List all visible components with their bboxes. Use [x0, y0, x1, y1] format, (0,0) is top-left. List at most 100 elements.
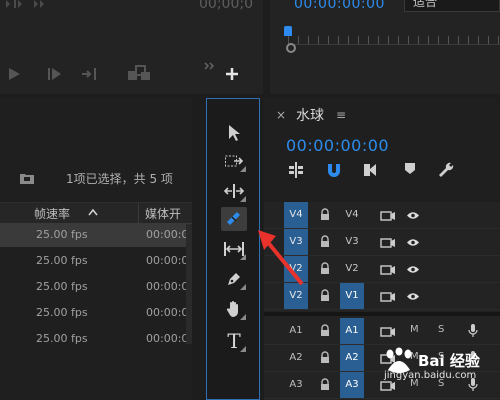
column-framerate[interactable]: 帧速率 [34, 205, 70, 222]
eye-icon[interactable] [406, 238, 420, 247]
wrench-icon[interactable] [438, 162, 454, 178]
close-icon[interactable]: × [276, 108, 286, 122]
zoom-scrollbar-handle[interactable] [286, 43, 296, 53]
sync-lock-icon[interactable] [380, 265, 396, 275]
sync-lock-icon[interactable] [380, 211, 396, 221]
cell-media-start: 00:00:0 [146, 254, 189, 267]
tool-flyout-indicator [240, 314, 246, 320]
program-timecode[interactable]: 00:00:00:00 [294, 0, 385, 12]
step-forward-icon[interactable] [48, 68, 62, 80]
source-patch-v4[interactable]: V4 [284, 202, 308, 228]
sync-lock-icon[interactable] [380, 292, 396, 302]
source-patch-a1[interactable]: A1 [284, 318, 308, 344]
table-row[interactable]: 25.00 fps 00:00:0 [0, 249, 192, 273]
source-timecode[interactable]: 00;00;0 [199, 0, 253, 12]
source-patch-v2-alt[interactable]: V2 [284, 283, 308, 309]
nest-insert-icon[interactable] [288, 162, 304, 178]
video-track-v1: V2 V1 [264, 283, 500, 310]
linked-selection-icon[interactable] [362, 162, 378, 178]
eye-icon[interactable] [406, 265, 420, 274]
track-select-tool[interactable] [221, 149, 247, 173]
play-icon[interactable] [8, 68, 22, 80]
watermark-url: jingyan.baidu.com [384, 370, 477, 381]
new-bin-icon[interactable] [20, 172, 34, 184]
cell-framerate: 25.00 fps [36, 306, 88, 319]
type-tool[interactable]: T [221, 329, 247, 353]
table-row[interactable]: 25.00 fps 00:00:0 [0, 275, 192, 299]
snap-magnet-icon[interactable] [326, 162, 342, 178]
sort-ascending-icon[interactable] [88, 208, 98, 216]
arrow-cursor-icon [229, 125, 240, 141]
lock-icon[interactable] [320, 262, 330, 275]
source-patch-a2[interactable]: A2 [284, 345, 308, 371]
selection-info: 1项已选择，共 5 项 [66, 172, 173, 186]
tool-flyout-indicator [240, 346, 246, 352]
target-track-v1[interactable]: V1 [340, 283, 364, 309]
column-header: 帧速率 媒体开 [0, 202, 192, 223]
target-track-a2[interactable]: A2 [340, 345, 364, 371]
project-panel: 1项已选择，共 5 项 帧速率 媒体开 25.00 fps 00:00:0 25… [0, 98, 192, 400]
razor-icon [227, 212, 240, 225]
expand-icon[interactable] [204, 62, 216, 70]
target-track-v3[interactable]: V3 [340, 229, 364, 255]
cell-media-start: 00:00:0 [146, 228, 189, 241]
column-media-start[interactable]: 媒体开 [145, 205, 181, 222]
table-row[interactable]: 25.00 fps 00:00:0 [0, 223, 192, 247]
lock-icon[interactable] [320, 208, 330, 221]
sync-lock-icon[interactable] [380, 238, 396, 248]
source-monitor-panel: 00;00;0 [0, 0, 263, 94]
microphone-icon[interactable] [468, 324, 478, 338]
target-track-v2[interactable]: V2 [340, 256, 364, 282]
solo-button[interactable]: S [438, 324, 444, 335]
ruler-baseline [288, 44, 500, 45]
source-patch-a3[interactable]: A3 [284, 372, 308, 398]
lock-icon[interactable] [320, 324, 330, 337]
type-icon: T [227, 329, 241, 353]
table-row[interactable]: 25.00 fps 00:00:0 [0, 327, 192, 351]
insert-icon[interactable] [82, 68, 100, 80]
panel-menu-icon[interactable]: ≡ [336, 108, 346, 122]
column-divider[interactable] [138, 203, 139, 223]
tool-flyout-indicator [240, 166, 246, 172]
program-monitor-panel: 00:00:00:00 适合 [270, 0, 500, 94]
eye-icon[interactable] [406, 292, 420, 301]
add-icon[interactable] [226, 68, 238, 80]
annotation-arrow [258, 230, 304, 286]
sequence-tab-title[interactable]: 水球 [296, 105, 324, 125]
target-track-a1[interactable]: A1 [340, 318, 364, 344]
watermark-text: Bai 经验 [418, 352, 480, 370]
video-track-v4: V4 V4 [264, 202, 500, 229]
sync-lock-icon[interactable] [380, 381, 396, 391]
cell-framerate: 25.00 fps [36, 332, 88, 345]
cell-framerate: 25.00 fps [36, 228, 88, 241]
tool-flyout-indicator [240, 196, 246, 202]
lock-icon[interactable] [320, 351, 330, 364]
cell-media-start: 00:00:0 [146, 306, 189, 319]
time-ruler[interactable] [288, 36, 500, 44]
eye-icon[interactable] [406, 211, 420, 220]
cell-media-start: 00:00:0 [146, 280, 189, 293]
audio-track-a1: A1 A1 M S [264, 318, 500, 345]
timeline-timecode[interactable]: 00:00:00:00 [286, 136, 389, 155]
lock-icon[interactable] [320, 378, 330, 391]
add-marker-icon[interactable] [404, 162, 416, 176]
target-track-a3[interactable]: A3 [340, 372, 364, 398]
playhead[interactable] [284, 26, 292, 36]
sync-lock-icon[interactable] [380, 327, 396, 337]
cell-media-start: 00:00:0 [146, 332, 189, 345]
overwrite-icon[interactable] [128, 65, 150, 80]
ripple-edit-tool[interactable] [221, 179, 247, 203]
table-row[interactable]: 25.00 fps 00:00:0 [0, 301, 192, 325]
selection-tool[interactable] [221, 121, 247, 145]
project-scrollbar[interactable] [186, 224, 192, 344]
transport-controls-top [6, 0, 44, 8]
cell-framerate: 25.00 fps [36, 254, 88, 267]
cell-framerate: 25.00 fps [36, 280, 88, 293]
mute-button[interactable]: M [410, 324, 419, 335]
video-audio-divider[interactable] [264, 312, 500, 316]
fit-select[interactable]: 适合 [404, 0, 500, 12]
target-track-v4[interactable]: V4 [340, 202, 364, 228]
lock-icon[interactable] [320, 289, 330, 302]
hand-tool[interactable] [221, 297, 247, 321]
lock-icon[interactable] [320, 235, 330, 248]
